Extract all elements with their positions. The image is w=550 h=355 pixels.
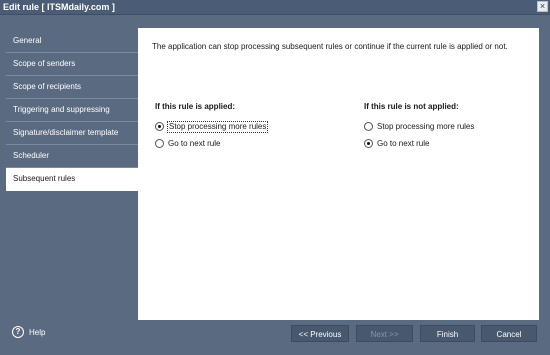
applied-group: If this rule is applied: Stop processing… bbox=[155, 102, 269, 152]
sidebar-item-scheduler[interactable]: Scheduler bbox=[6, 145, 138, 168]
close-icon[interactable]: × bbox=[537, 1, 548, 12]
sidebar-item-scope-of-senders[interactable]: Scope of senders bbox=[6, 53, 138, 76]
intro-text: The application can stop processing subs… bbox=[152, 42, 508, 51]
sidebar-item-general[interactable]: General bbox=[6, 30, 138, 53]
applied-go-to-next-label[interactable]: Go to next rule bbox=[167, 139, 221, 149]
applied-stop-processing-label[interactable]: Stop processing more rules bbox=[167, 120, 269, 133]
window-title: Edit rule [ ITSMdaily.com ] bbox=[3, 2, 115, 12]
previous-button[interactable]: << Previous bbox=[291, 325, 349, 342]
applied-stop-processing-option[interactable]: Stop processing more rules bbox=[155, 118, 269, 135]
applied-go-to-next-option[interactable]: Go to next rule bbox=[155, 135, 268, 152]
edit-rule-dialog: Edit rule [ ITSMdaily.com ] × General Sc… bbox=[0, 0, 550, 355]
radio-selected-icon[interactable] bbox=[364, 139, 373, 148]
sidebar-item-signature-disclaimer-template[interactable]: Signature/disclaimer template bbox=[6, 122, 138, 145]
radio-unselected-icon[interactable] bbox=[155, 139, 164, 148]
sidebar-item-triggering-and-suppressing[interactable]: Triggering and suppressing bbox=[6, 99, 138, 122]
help-icon[interactable]: ? bbox=[12, 326, 24, 338]
radio-unselected-icon[interactable] bbox=[364, 122, 373, 131]
not-applied-go-to-next-option[interactable]: Go to next rule bbox=[364, 135, 475, 152]
sidebar-item-subsequent-rules[interactable]: Subsequent rules bbox=[6, 168, 138, 191]
radio-selected-icon[interactable] bbox=[155, 122, 164, 131]
not-applied-stop-processing-option[interactable]: Stop processing more rules bbox=[364, 118, 475, 135]
cancel-button[interactable]: Cancel bbox=[481, 325, 537, 342]
not-applied-stop-processing-label[interactable]: Stop processing more rules bbox=[376, 122, 475, 132]
help-link[interactable]: ? Help bbox=[12, 326, 45, 338]
applied-heading: If this rule is applied: bbox=[155, 102, 236, 111]
title-bar[interactable]: Edit rule [ ITSMdaily.com ] × bbox=[0, 0, 550, 15]
dialog-footer: ? Help << Previous Next >> Finish Cancel bbox=[0, 323, 550, 355]
sidebar-nav: General Scope of senders Scope of recipi… bbox=[6, 30, 138, 191]
next-button[interactable]: Next >> bbox=[356, 325, 413, 342]
sidebar-item-scope-of-recipients[interactable]: Scope of recipients bbox=[6, 76, 138, 99]
help-label[interactable]: Help bbox=[29, 328, 45, 337]
finish-button[interactable]: Finish bbox=[420, 325, 475, 342]
content-panel: The application can stop processing subs… bbox=[138, 28, 539, 320]
not-applied-go-to-next-label[interactable]: Go to next rule bbox=[376, 139, 430, 149]
not-applied-group: If this rule is not applied: Stop proces… bbox=[364, 102, 475, 152]
not-applied-heading: If this rule is not applied: bbox=[364, 102, 459, 111]
